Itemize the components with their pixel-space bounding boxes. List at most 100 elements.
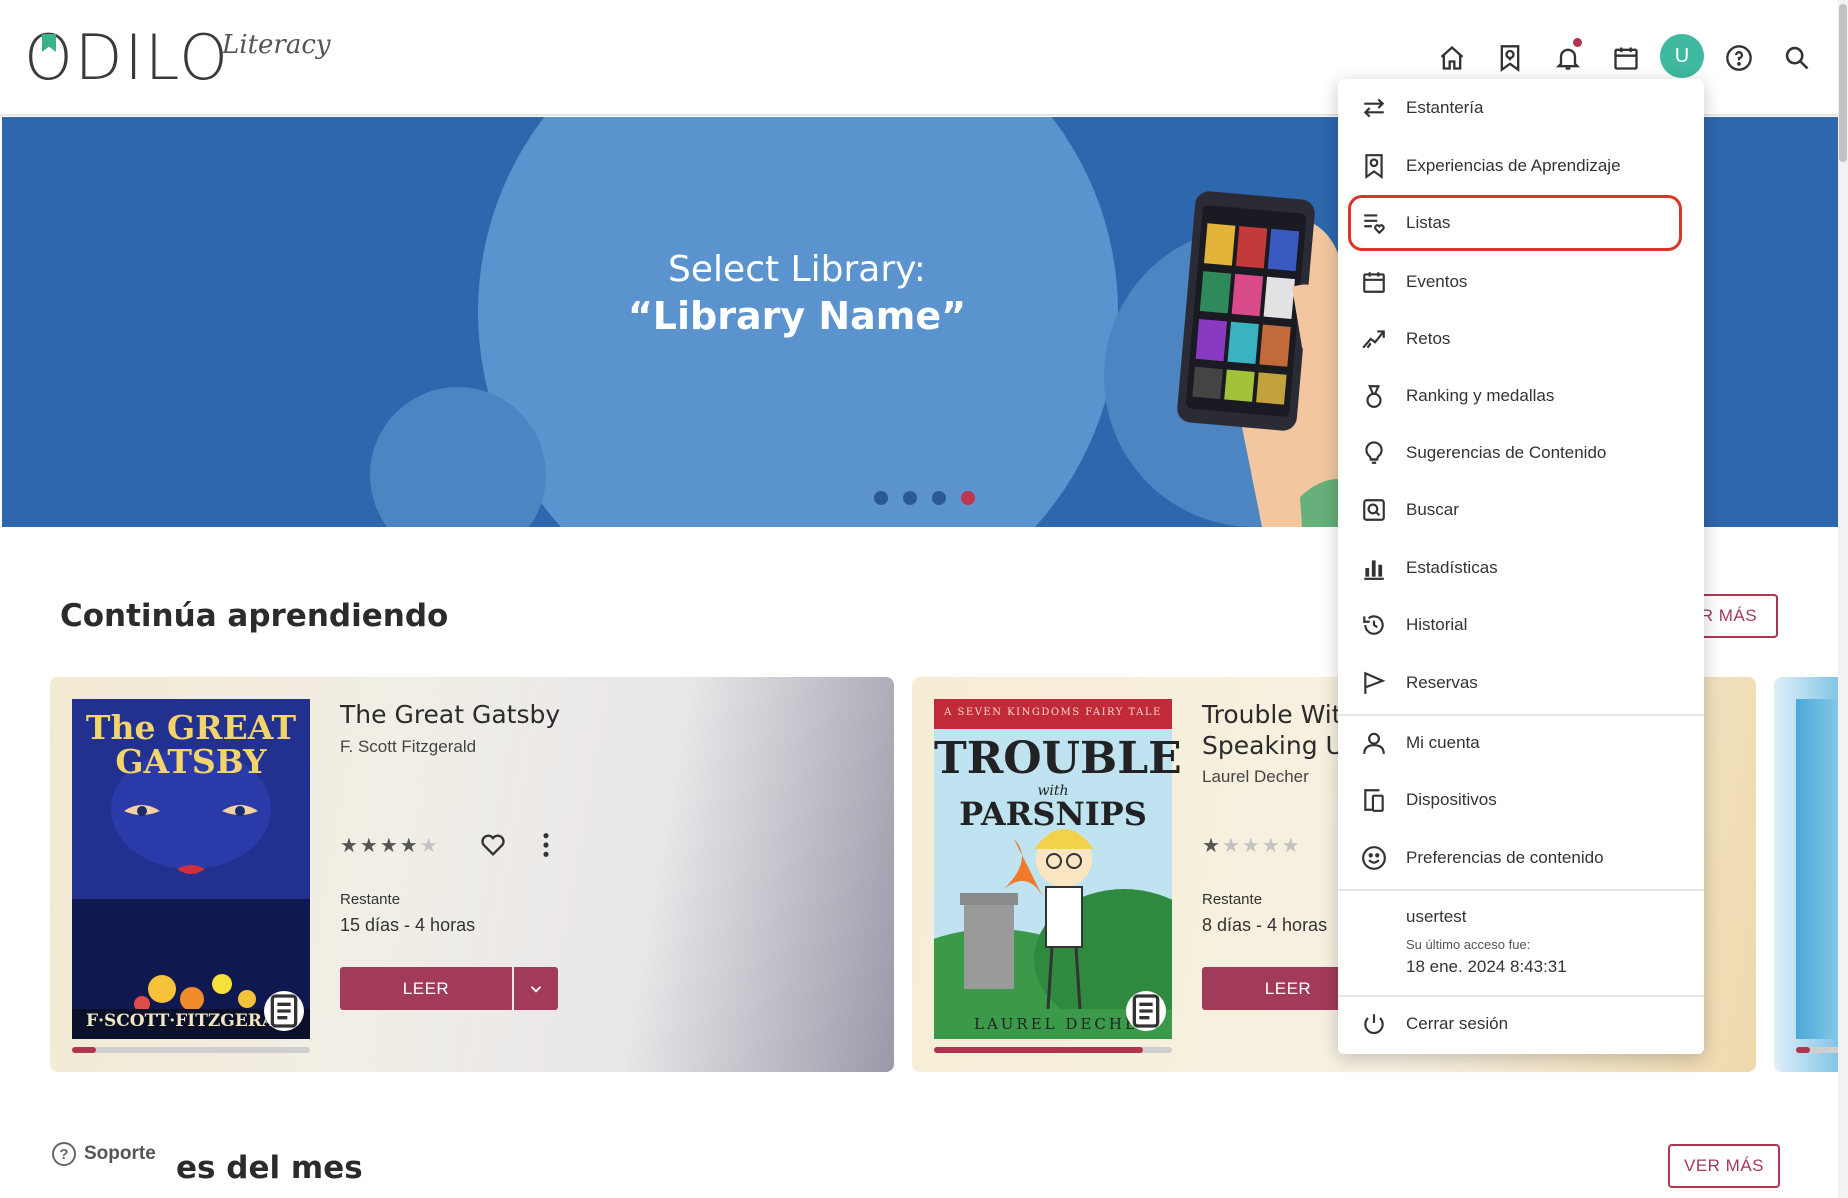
menu-item-experiencias[interactable]: Experiencias de Aprendizaje <box>1338 140 1704 192</box>
remaining-value: 8 días - 4 horas <box>1202 915 1328 935</box>
menu-item-preferencias[interactable]: Preferencias de contenido <box>1338 832 1704 884</box>
remaining-value: 15 días - 4 horas <box>340 915 476 935</box>
cover-title-1: TROUBLE <box>934 733 1182 784</box>
menu-item-label: Mi cuenta <box>1406 733 1480 752</box>
reading-progress <box>72 1047 310 1053</box>
reading-progress <box>934 1047 1172 1053</box>
book-card-great-gatsby[interactable]: The GREAT GATSBY F·SCOTT·FITZGERALD The … <box>50 677 894 1072</box>
banner-line1: Select Library: <box>668 249 926 290</box>
rating-stars[interactable]: ★★★★★ <box>340 833 440 858</box>
banner-line2: “Library Name” <box>627 294 967 338</box>
menu-divider <box>1338 889 1704 891</box>
page-scrollbar[interactable] <box>1838 0 1848 1198</box>
flag-icon <box>1360 669 1388 697</box>
book-cover[interactable]: The GREAT GATSBY F·SCOTT·FITZGERALD <box>72 699 310 1039</box>
book-cover[interactable] <box>1796 699 1844 1039</box>
devices-icon <box>1360 786 1388 814</box>
remaining-label: Restante <box>1202 891 1263 908</box>
menu-item-reservas[interactable]: Reservas <box>1338 657 1704 709</box>
learning-bookmark-icon[interactable] <box>1490 38 1530 78</box>
menu-item-label: Estantería <box>1406 98 1484 117</box>
heart-icon[interactable] <box>478 831 508 859</box>
cover-author: F·SCOTT·FITZGERALD <box>86 1011 286 1031</box>
menu-item-estadisticas[interactable]: Estadísticas <box>1338 542 1704 594</box>
remaining-label: Restante <box>340 891 401 908</box>
last-access-value: 18 ene. 2024 8:43:31 <box>1406 957 1567 976</box>
swap-arrows-icon <box>1360 94 1388 122</box>
cover-title-2: PARSNIPS <box>959 795 1147 833</box>
avatar[interactable]: U <box>1660 34 1704 78</box>
home-icon[interactable] <box>1432 38 1472 78</box>
calendar-icon[interactable] <box>1606 38 1646 78</box>
book-author[interactable]: Laurel Decher <box>1202 767 1309 787</box>
chevron-down-icon <box>530 985 542 993</box>
menu-item-label: Preferencias de contenido <box>1406 848 1604 867</box>
help-icon: ? <box>52 1142 76 1166</box>
carousel-dot[interactable] <box>874 491 888 505</box>
user-menu: Estantería Experiencias de Aprendizaje L… <box>1338 79 1704 1054</box>
menu-item-label: Retos <box>1406 329 1451 348</box>
power-icon <box>1360 1010 1388 1038</box>
notification-dot <box>1573 38 1582 47</box>
menu-item-label: Ranking y medallas <box>1406 386 1555 405</box>
menu-item-label: Dispositivos <box>1406 790 1497 809</box>
menu-item-mi-cuenta[interactable]: Mi cuenta <box>1338 717 1704 769</box>
menu-item-label: Buscar <box>1406 500 1459 519</box>
scrollbar-thumb[interactable] <box>1839 4 1847 162</box>
book-cover[interactable]: A SEVEN KINGDOMS FAIRY TALE TROUBLE with… <box>912 699 1214 1049</box>
rating-stars[interactable]: ★★★★★ <box>1202 833 1302 858</box>
document-icon <box>1126 991 1166 1031</box>
support-label: Soporte <box>84 1143 156 1164</box>
menu-item-eventos[interactable]: Eventos <box>1338 256 1704 308</box>
menu-item-ranking[interactable]: Ranking y medallas <box>1338 370 1704 422</box>
challenge-arrow-icon <box>1360 325 1388 353</box>
logout-button[interactable]: Cerrar sesión <box>1338 998 1704 1050</box>
menu-item-label: Cerrar sesión <box>1406 1014 1509 1033</box>
calendar-icon <box>1360 268 1388 296</box>
book-author[interactable]: F. Scott Fitzgerald <box>340 737 476 757</box>
username: usertest <box>1406 907 1467 926</box>
menu-item-historial[interactable]: Historial <box>1338 599 1704 651</box>
document-icon <box>264 991 304 1031</box>
book-title-line1: Trouble With <box>1202 700 1358 729</box>
search-icon[interactable] <box>1777 38 1817 78</box>
support-button[interactable]: ? Soporte <box>52 1142 156 1166</box>
lightbulb-icon <box>1360 439 1388 467</box>
menu-divider <box>1338 714 1704 716</box>
menu-item-dispositivos[interactable]: Dispositivos <box>1338 774 1704 826</box>
bell-icon[interactable] <box>1548 38 1588 78</box>
more-options-icon[interactable] <box>540 831 552 859</box>
menu-item-estanteria[interactable]: Estantería <box>1338 82 1704 134</box>
reading-progress <box>1796 1047 1844 1053</box>
help-icon[interactable] <box>1719 38 1759 78</box>
learning-bookmark-icon <box>1360 152 1388 180</box>
read-button[interactable]: LEER <box>340 967 512 1010</box>
read-options-dropdown[interactable] <box>514 967 558 1010</box>
section-title-continue: Continúa aprendiendo <box>60 598 449 634</box>
menu-item-retos[interactable]: Retos <box>1338 313 1704 365</box>
menu-item-sugerencias[interactable]: Sugerencias de Contenido <box>1338 427 1704 479</box>
smiley-icon <box>1360 844 1388 872</box>
book-title[interactable]: The Great Gatsby <box>340 699 660 730</box>
ver-mas-button[interactable]: VER MÁS <box>1668 1144 1780 1188</box>
carousel-dot-active[interactable] <box>961 491 975 505</box>
menu-item-label: Reservas <box>1406 673 1478 692</box>
section-title-month: es del mes <box>176 1150 363 1186</box>
menu-item-label: Sugerencias de Contenido <box>1406 443 1607 462</box>
header-nav: U <box>0 34 1838 78</box>
carousel-dot[interactable] <box>932 491 946 505</box>
menu-item-buscar[interactable]: Buscar <box>1338 484 1704 536</box>
carousel-dots <box>874 491 975 505</box>
history-icon <box>1360 611 1388 639</box>
carousel-dot[interactable] <box>903 491 917 505</box>
menu-item-label: Historial <box>1406 615 1468 634</box>
cover-author: LAUREL DECHER <box>974 1015 1134 1033</box>
book-card-partial[interactable] <box>1774 677 1844 1072</box>
book-title-line2: Speaking Up <box>1202 731 1360 760</box>
menu-item-label: Experiencias de Aprendizaje <box>1406 156 1621 175</box>
highlight-annotation <box>1348 195 1682 251</box>
cover-title: The GREAT GATSBY <box>85 708 297 781</box>
bar-chart-icon <box>1360 554 1388 582</box>
banner-text: Select Library: “Library Name” <box>572 249 1022 338</box>
menu-item-label: Eventos <box>1406 272 1468 291</box>
